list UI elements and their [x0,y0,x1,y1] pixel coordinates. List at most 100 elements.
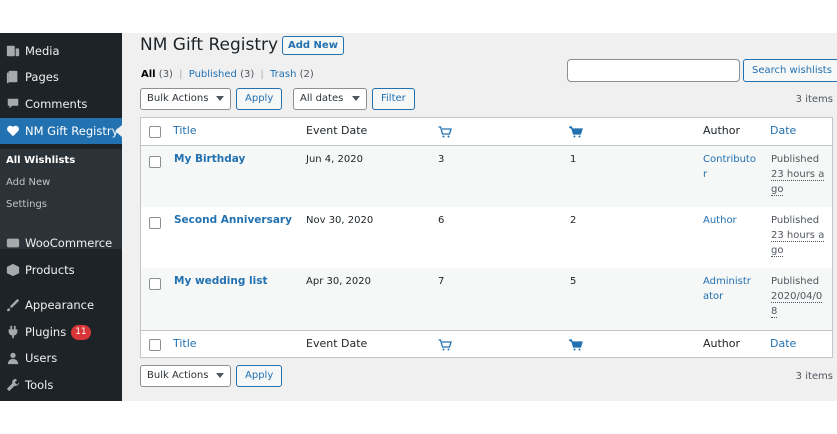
status-views: All (3) | Published (3) | Trash (2) [141,69,314,80]
cart-filled-icon [567,339,583,354]
purchased-count-cell: 5 [570,276,577,287]
purchased-count-cell: 2 [570,215,577,226]
pages-icon [5,69,21,85]
sidebar-item-appearance[interactable]: Appearance [0,292,122,318]
view-all-link[interactable]: All [141,69,156,80]
view-separator: | [260,69,264,80]
cart-count-cell: 3 [438,154,445,165]
main-content: NM Gift Registry Add New All (3) | Publi… [122,33,837,401]
wishlist-title-link[interactable]: My wedding list [174,275,268,287]
bottom-band [0,401,837,434]
bulk-actions-select-bottom[interactable]: Bulk Actions [140,365,231,387]
column-author-footer: Author [703,337,741,350]
items-count-top: 3 items [795,94,833,105]
author-link[interactable]: Author [703,213,757,228]
sidebar-item-comments[interactable]: Comments [0,91,122,117]
bulk-actions-value: Bulk Actions [147,370,209,381]
wishlist-title-link[interactable]: My Birthday [174,153,245,165]
woocommerce-icon [5,235,21,251]
table-row: My wedding list Apr 30, 2020 7 5 Adminis… [141,268,832,330]
table-row: My Birthday Jun 4, 2020 3 1 Contributor … [141,146,832,207]
sidebar-item-pages[interactable]: Pages [0,64,122,90]
view-all-count: (3) [158,69,173,80]
author-link[interactable]: Contributor [703,152,757,182]
select-all-checkbox[interactable] [149,126,161,138]
date-cell: Published 23 hours ago [771,213,827,258]
dates-value: All dates [300,93,344,104]
media-icon [5,43,21,59]
view-published-count: (3) [240,69,255,80]
row-checkbox[interactable] [149,217,161,229]
products-icon [5,262,21,278]
chevron-down-icon [216,373,224,378]
admin-sidebar: Media Pages Comments NM Gift Registry Al… [0,33,122,401]
dates-select[interactable]: All dates [293,88,367,110]
sidebar-item-woocommerce[interactable]: WooCommerce [0,230,122,256]
column-event-date-header: Event Date [306,124,368,137]
date-cell: Published 2020/04/08 [771,274,827,319]
post-date: 2020/04/08 [771,291,823,318]
submenu-all-wishlists[interactable]: All Wishlists [6,155,75,166]
comments-icon [5,96,21,112]
column-event-date-footer: Event Date [306,337,368,350]
filter-button[interactable]: Filter [372,88,415,110]
table-row: Second Anniversary Nov 30, 2020 6 2 Auth… [141,207,832,268]
submenu-add-new[interactable]: Add New [6,177,50,188]
post-status: Published [771,154,820,165]
column-title-header[interactable]: Title [173,124,197,137]
bulk-actions-select-top[interactable]: Bulk Actions [140,88,231,110]
sidebar-item-label: WooCommerce [25,236,113,250]
sidebar-item-label: Plugins [25,325,67,339]
add-new-button[interactable]: Add New [282,36,344,55]
event-date-cell: Jun 4, 2020 [306,154,363,165]
users-icon [5,350,21,366]
sidebar-item-products[interactable]: Products [0,257,122,283]
column-author-header: Author [703,124,741,137]
sidebar-item-users[interactable]: Users [0,345,122,371]
select-all-checkbox-bottom[interactable] [149,339,161,351]
cart-outline-icon [438,126,452,141]
row-checkbox[interactable] [149,278,161,290]
submenu-settings[interactable]: Settings [6,199,47,210]
sidebar-item-label: Products [25,263,75,277]
chevron-down-icon [352,96,360,101]
appearance-icon [5,297,21,313]
post-status: Published [771,276,820,287]
author-link[interactable]: Administrator [703,274,757,304]
chevron-down-icon [216,96,224,101]
items-count-bottom: 3 items [795,371,833,382]
tools-icon [5,377,21,393]
sidebar-item-label: Appearance [25,298,95,312]
wishlists-table: Title Event Date Author Date My Birthday… [140,117,833,358]
wishlist-title-link[interactable]: Second Anniversary [174,214,292,226]
plugins-icon [5,324,21,340]
column-title-footer[interactable]: Title [173,337,197,350]
column-date-header[interactable]: Date [770,124,796,137]
cart-count-cell: 6 [438,215,445,226]
view-published-link[interactable]: Published [189,69,237,80]
sidebar-item-nm-gift-registry[interactable]: NM Gift Registry [0,118,122,144]
apply-button-bottom[interactable]: Apply [236,365,283,387]
table-footer-row: Title Event Date Author Date [141,330,832,358]
post-status: Published [771,215,820,226]
plugins-update-badge: 11 [71,324,91,340]
search-wishlists-button[interactable]: Search wishlists [743,59,837,82]
sidebar-item-tools[interactable]: Tools [0,372,122,398]
sidebar-item-label: Pages [25,70,59,84]
cart-count-cell: 7 [438,276,445,287]
top-band [0,0,837,33]
row-checkbox[interactable] [149,156,161,168]
column-date-footer[interactable]: Date [770,337,796,350]
bulk-actions-value: Bulk Actions [147,93,209,104]
apply-button-top[interactable]: Apply [236,88,283,110]
sidebar-item-plugins[interactable]: Plugins 11 [0,319,122,345]
event-date-cell: Apr 30, 2020 [306,276,372,287]
view-trash-link[interactable]: Trash [270,69,296,80]
cart-outline-icon [438,339,452,354]
sidebar-item-media[interactable]: Media [0,38,122,64]
view-trash-count: (2) [299,69,314,80]
sidebar-item-label: Comments [25,97,88,111]
sidebar-item-label: NM Gift Registry [25,124,119,138]
event-date-cell: Nov 30, 2020 [306,215,374,226]
search-input[interactable] [567,59,740,82]
